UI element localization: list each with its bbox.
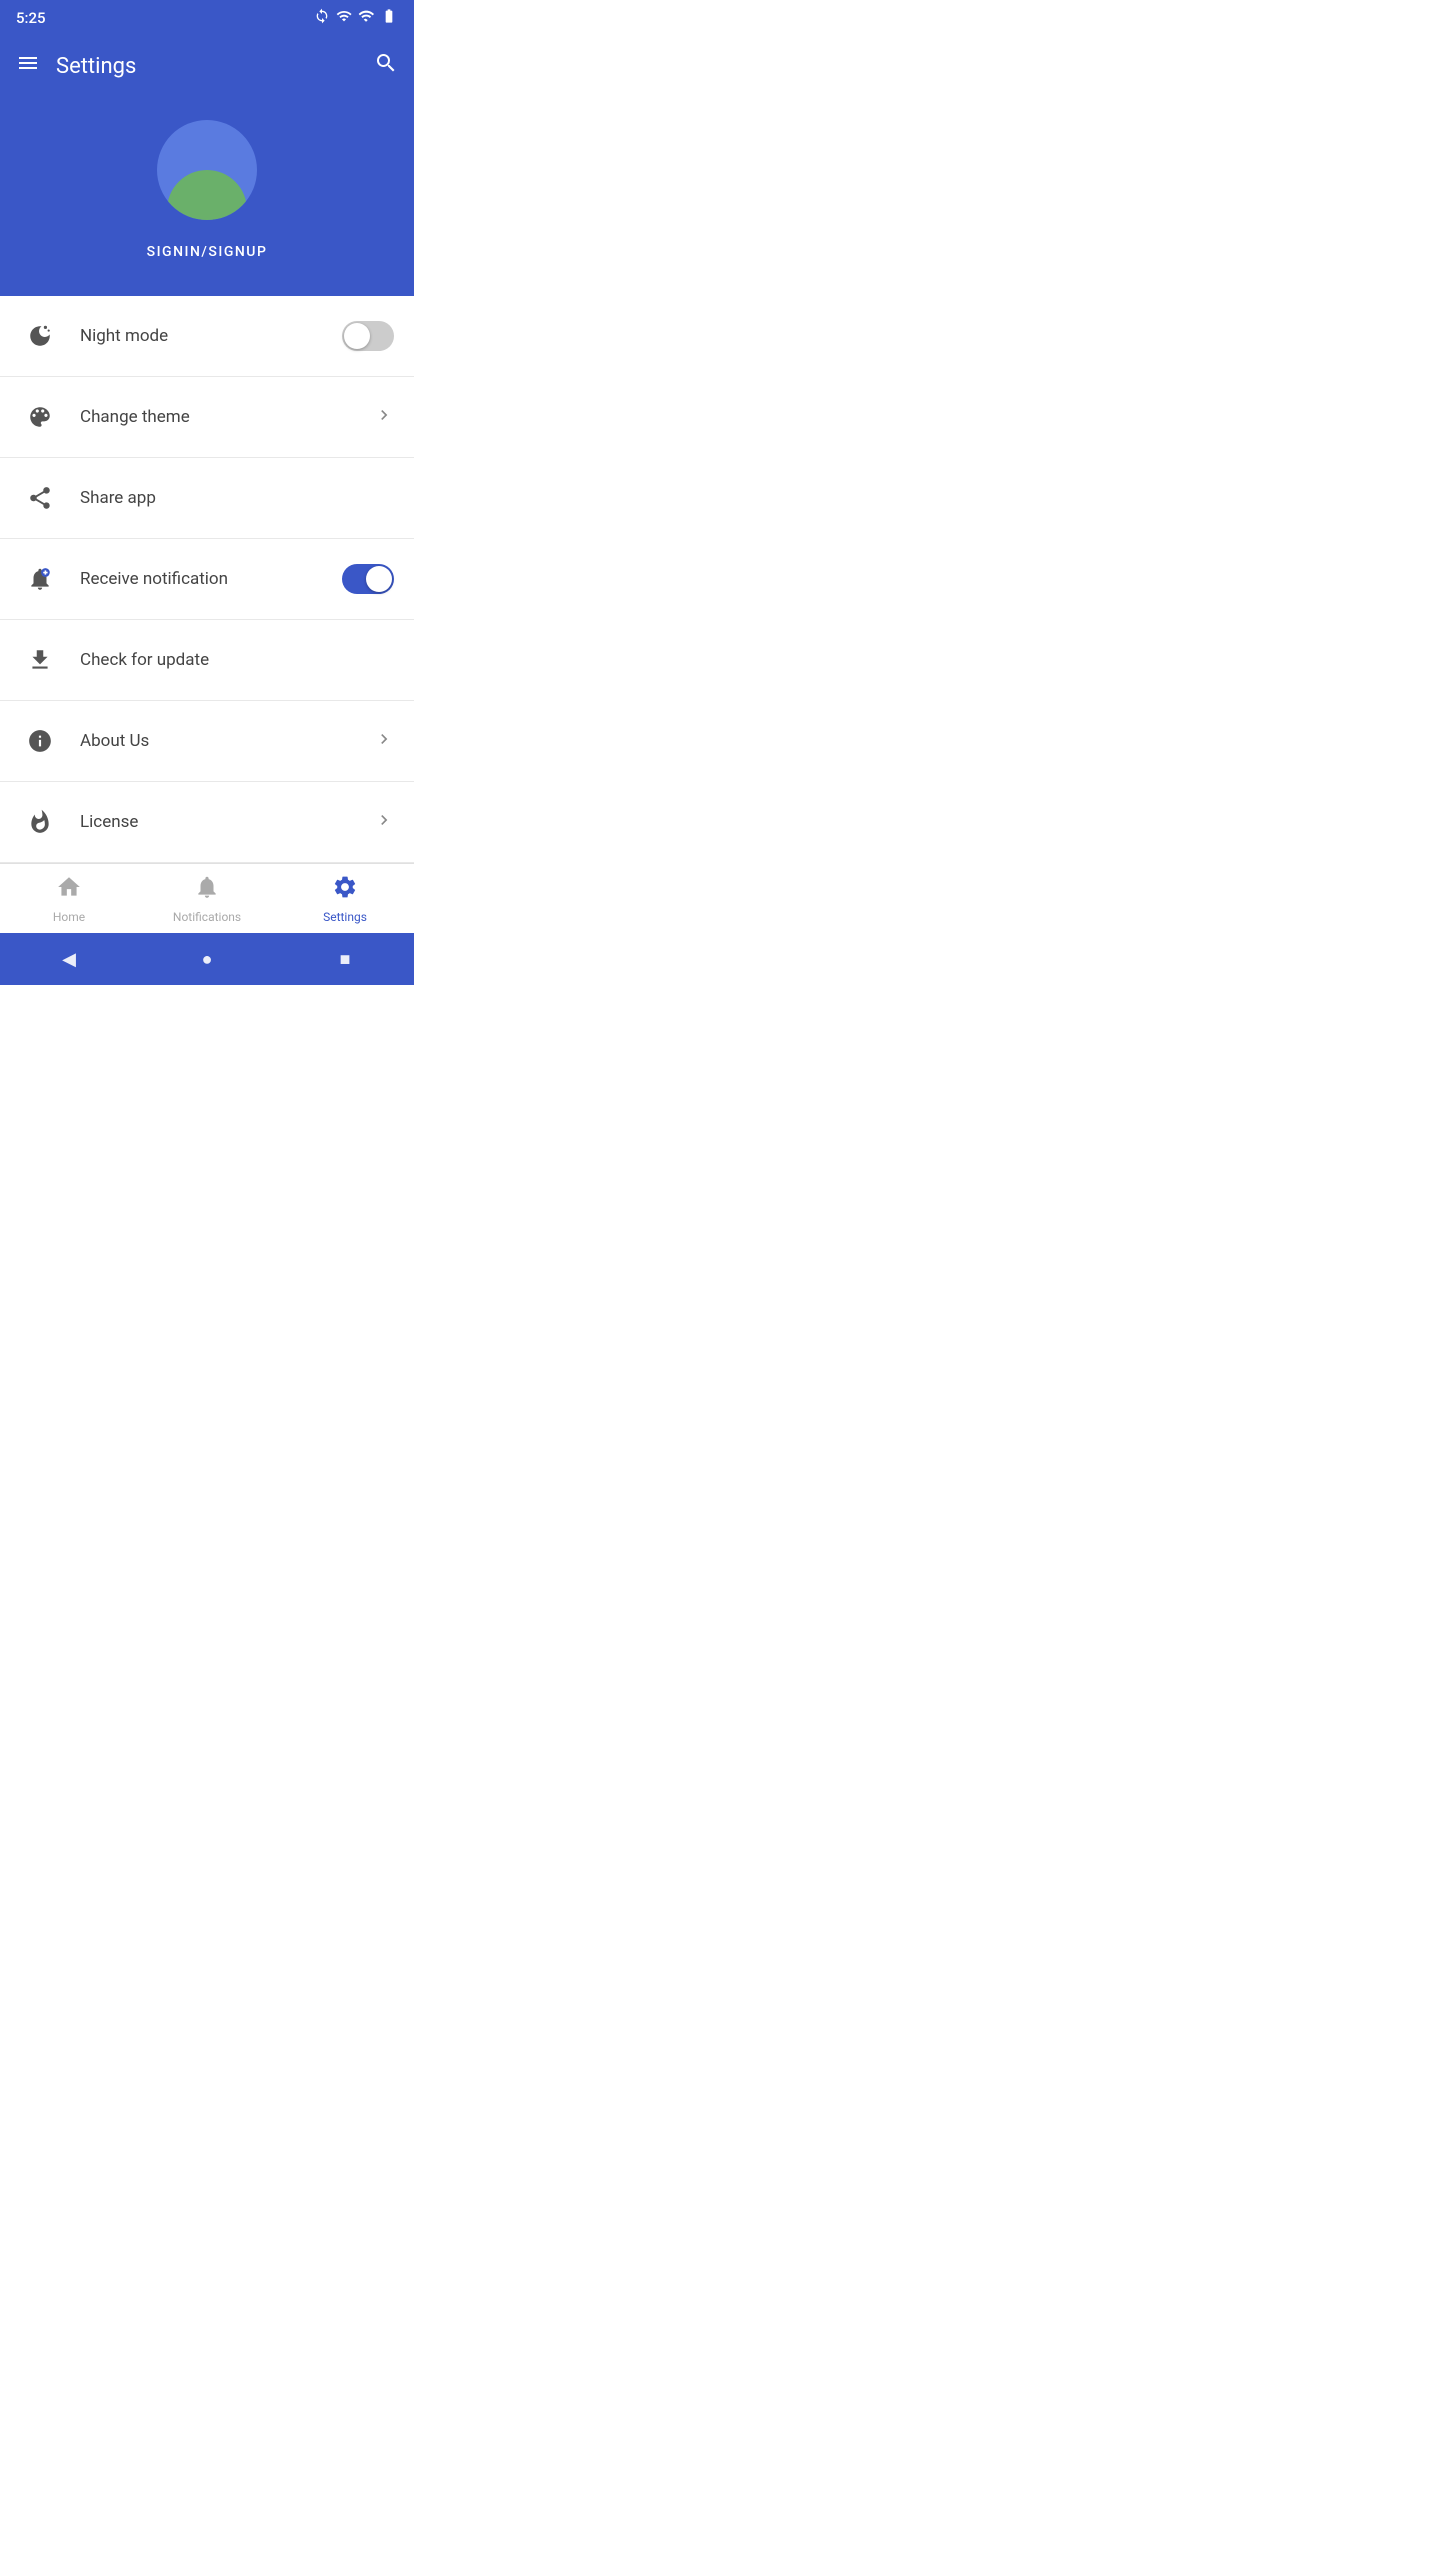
change-theme-item[interactable]: Change theme (0, 377, 414, 458)
back-button[interactable]: ◀ (49, 939, 89, 979)
night-mode-label: Night mode (80, 326, 342, 346)
flame-icon (20, 802, 60, 842)
notifications-icon (194, 874, 220, 906)
recent-button[interactable]: ■ (325, 939, 365, 979)
bottom-nav: Home Notifications Settings (0, 863, 414, 933)
settings-nav-label: Settings (323, 910, 367, 924)
check-update-item[interactable]: Check for update (0, 620, 414, 701)
bell-icon (20, 559, 60, 599)
app-bar: Settings (0, 36, 414, 96)
receive-notification-item[interactable]: Receive notification (0, 539, 414, 620)
license-arrow (374, 810, 394, 835)
license-label: License (80, 812, 374, 832)
license-item[interactable]: License (0, 782, 414, 863)
sync-icon (314, 8, 330, 28)
search-icon[interactable] (374, 51, 398, 81)
about-us-item[interactable]: About Us (0, 701, 414, 782)
header-profile: SIGNIN/SIGNUP (0, 96, 414, 296)
settings-list: Night mode Change theme Share app (0, 296, 414, 863)
signin-button[interactable]: SIGNIN/SIGNUP (147, 244, 268, 260)
share-icon (20, 478, 60, 518)
palette-icon (20, 397, 60, 437)
status-time: 5:25 (16, 9, 46, 27)
receive-notification-toggle[interactable] (342, 564, 394, 594)
app-bar-title: Settings (56, 54, 374, 79)
night-mode-toggle[interactable] (342, 321, 394, 351)
status-icons (314, 8, 398, 28)
nav-notifications[interactable]: Notifications (138, 866, 276, 932)
notifications-nav-label: Notifications (173, 910, 241, 924)
wifi-icon (336, 8, 352, 28)
check-update-label: Check for update (80, 650, 394, 670)
battery-icon (380, 8, 398, 28)
receive-notification-label: Receive notification (80, 569, 342, 589)
avatar (157, 120, 257, 220)
share-app-item[interactable]: Share app (0, 458, 414, 539)
about-us-label: About Us (80, 731, 374, 751)
night-mode-toggle-knob (344, 323, 370, 349)
nav-home[interactable]: Home (0, 866, 138, 932)
change-theme-arrow (374, 405, 394, 430)
settings-icon (332, 874, 358, 906)
receive-notification-toggle-knob (366, 566, 392, 592)
home-nav-label: Home (53, 910, 85, 924)
night-mode-item[interactable]: Night mode (0, 296, 414, 377)
night-mode-icon (20, 316, 60, 356)
status-bar: 5:25 (0, 0, 414, 36)
change-theme-label: Change theme (80, 407, 374, 427)
nav-settings[interactable]: Settings (276, 866, 414, 932)
signal-icon (358, 8, 374, 28)
download-icon (20, 640, 60, 680)
info-icon (20, 721, 60, 761)
menu-icon[interactable] (16, 51, 40, 81)
home-icon (56, 874, 82, 906)
avatar-shape (167, 170, 247, 220)
home-button[interactable]: ● (187, 939, 227, 979)
share-app-label: Share app (80, 488, 394, 508)
about-us-arrow (374, 729, 394, 754)
system-nav: ◀ ● ■ (0, 933, 414, 985)
